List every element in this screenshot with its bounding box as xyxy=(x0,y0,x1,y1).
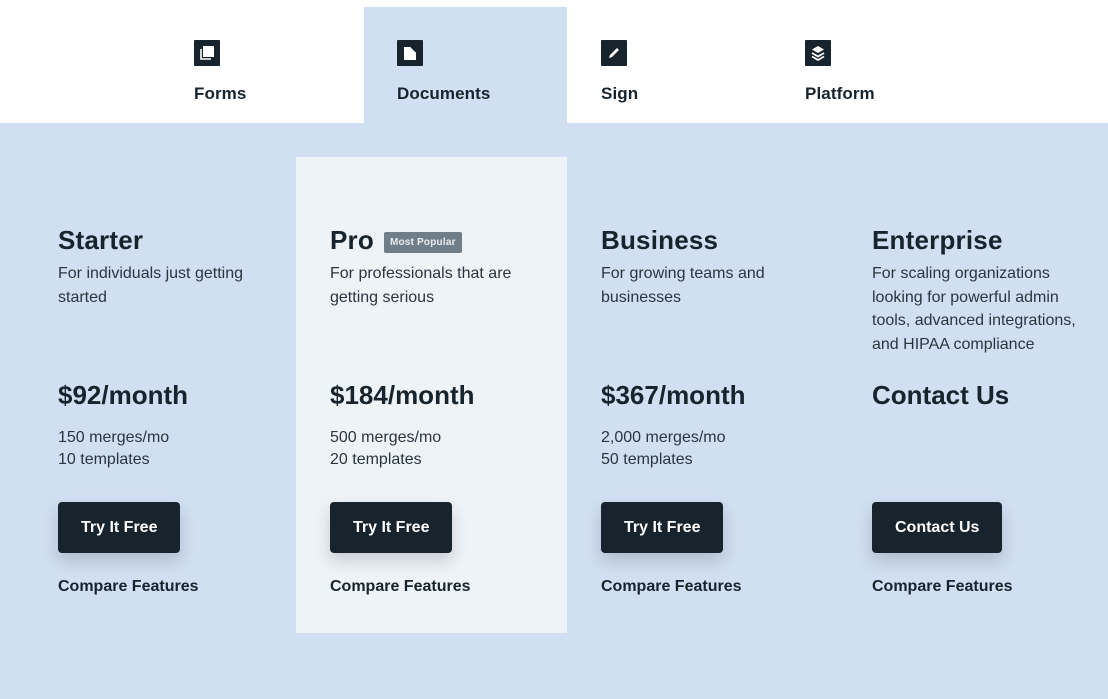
plan-price: $367/month xyxy=(601,380,746,410)
plan-name-text: Starter xyxy=(58,224,144,255)
try-it-free-button[interactable]: Try It Free xyxy=(330,502,453,553)
compare-features-link[interactable]: Compare Features xyxy=(58,578,199,596)
plan-name-text: Business xyxy=(601,224,719,255)
tab-forms[interactable]: Forms xyxy=(164,7,367,123)
plan-merges: 500 merges/mo xyxy=(330,429,442,446)
platform-layers-icon xyxy=(805,40,831,66)
plan-limits: 500 merges/mo 20 templates xyxy=(330,427,441,471)
plan-merges: 150 merges/mo xyxy=(58,429,170,446)
plan-card-pro: Pro Most Popular For professionals that … xyxy=(330,222,560,595)
plan-card-starter: Starter For individuals just getting sta… xyxy=(58,222,288,595)
plan-merges: 2,000 merges/mo xyxy=(601,429,726,446)
compare-features-link[interactable]: Compare Features xyxy=(601,578,742,596)
try-it-free-button[interactable]: Try It Free xyxy=(601,502,724,553)
compare-features-link[interactable]: Compare Features xyxy=(872,578,1013,596)
plan-limits: 150 merges/mo 10 templates xyxy=(58,427,169,471)
plan-price: $184/month xyxy=(330,380,475,410)
sign-pencil-icon xyxy=(601,40,627,66)
try-it-free-button[interactable]: Try It Free xyxy=(58,502,181,553)
tab-documents[interactable]: Documents xyxy=(364,7,567,123)
tab-sign[interactable]: Sign xyxy=(571,7,774,123)
plan-description: For professionals that are getting serio… xyxy=(330,265,512,306)
plan-templates: 20 templates xyxy=(330,451,422,468)
plan-price: Contact Us xyxy=(872,380,1010,410)
plan-name: Pro Most Popular xyxy=(330,222,560,258)
plan-name-text: Pro xyxy=(330,224,374,255)
plan-price: $92/month xyxy=(58,380,189,410)
plan-description: For individuals just getting started xyxy=(58,265,243,306)
tab-label: Documents xyxy=(397,84,491,103)
compare-features-link[interactable]: Compare Features xyxy=(330,578,471,596)
plan-description: For growing teams and businesses xyxy=(601,265,765,306)
tab-label: Platform xyxy=(805,84,875,103)
tab-platform[interactable]: Platform xyxy=(775,7,978,123)
documents-icon xyxy=(397,40,423,66)
plan-name: Business xyxy=(601,222,831,258)
product-tab-bar: Forms Documents Sign Platform xyxy=(0,0,1108,123)
plan-card-business: Business For growing teams and businesse… xyxy=(601,222,831,595)
plan-limits: 2,000 merges/mo 50 templates xyxy=(601,427,726,471)
plan-name: Enterprise xyxy=(872,222,1102,258)
plan-name-text: Enterprise xyxy=(872,224,1003,255)
tab-label: Forms xyxy=(194,84,247,103)
contact-us-button[interactable]: Contact Us xyxy=(872,502,1003,553)
plan-name: Starter xyxy=(58,222,288,258)
plan-description: For scaling organizations looking for po… xyxy=(872,265,1076,353)
most-popular-badge: Most Popular xyxy=(383,231,462,253)
tab-label: Sign xyxy=(601,84,639,103)
plan-templates: 10 templates xyxy=(58,451,150,468)
forms-icon xyxy=(194,40,220,66)
plan-templates: 50 templates xyxy=(601,451,693,468)
plan-card-enterprise: Enterprise For scaling organizations loo… xyxy=(872,222,1102,595)
